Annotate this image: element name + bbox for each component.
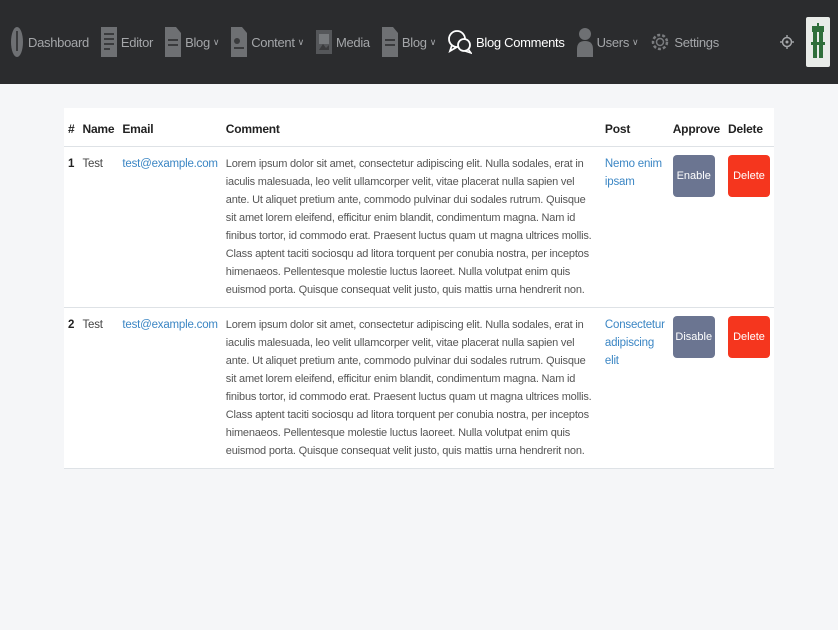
- column-header-email: Email: [118, 108, 222, 147]
- users-icon: [576, 25, 593, 59]
- dashboard-icon: [10, 25, 24, 59]
- table-header-row: # Name Email Comment Post Approve Delete: [64, 108, 774, 147]
- nav-item-content[interactable]: Content ∨: [231, 0, 304, 84]
- blog-icon: [381, 25, 398, 59]
- row-number: 1: [64, 146, 79, 308]
- chevron-down-icon: ∨: [429, 36, 437, 47]
- chevron-down-icon: ∨: [632, 36, 639, 47]
- nav-item-label: Content: [251, 34, 295, 50]
- nav-item-label: Media: [335, 34, 370, 50]
- approve-cell: Enable: [668, 146, 724, 308]
- target-icon[interactable]: [780, 35, 794, 49]
- top-navbar: Dashboard Editor Blog ∨ Content ∨ Media …: [0, 0, 838, 84]
- table-row: 2 Test test@example.com Lorem ipsum dolo…: [64, 307, 774, 469]
- editor-icon: [100, 25, 117, 59]
- post-cell: Nemo enim ipsam: [600, 146, 669, 308]
- comments-icon: [448, 29, 472, 55]
- commenter-name: Test: [78, 307, 119, 469]
- gear-icon: [650, 25, 670, 59]
- delete-cell: Delete: [724, 307, 774, 469]
- column-header-delete: Delete: [724, 108, 774, 147]
- delete-cell: Delete: [724, 146, 774, 308]
- chevron-down-icon: ∨: [212, 36, 220, 47]
- nav-item-users[interactable]: Users ∨: [576, 0, 639, 84]
- nav-item-blog[interactable]: Blog ∨: [165, 0, 220, 84]
- comment-text: Lorem ipsum dolor sit amet, consectetur …: [221, 146, 601, 308]
- content-icon: [231, 25, 248, 59]
- comments-table: # Name Email Comment Post Approve Delete…: [64, 108, 774, 469]
- nav-item-editor[interactable]: Editor: [100, 0, 154, 84]
- column-header-approve: Approve: [668, 108, 724, 147]
- post-link[interactable]: Consectetur adipiscing elit: [605, 319, 665, 367]
- nav-item-label: Blog Comments: [475, 34, 565, 50]
- delete-button[interactable]: Delete: [728, 155, 770, 197]
- delete-button[interactable]: Delete: [728, 316, 770, 358]
- nav-item-dashboard[interactable]: Dashboard: [10, 0, 89, 84]
- avatar[interactable]: [806, 17, 830, 67]
- nav-right: [780, 0, 830, 84]
- commenter-email-link[interactable]: test@example.com: [122, 319, 218, 331]
- blog-icon: [165, 25, 182, 59]
- post-link[interactable]: Nemo enim ipsam: [605, 158, 662, 188]
- comments-table-container: # Name Email Comment Post Approve Delete…: [64, 108, 774, 469]
- nav-item-blog-comments[interactable]: Blog Comments: [448, 0, 565, 84]
- column-header-comment: Comment: [221, 108, 601, 147]
- nav-item-label: Settings: [674, 34, 719, 50]
- nav-item-media[interactable]: Media: [315, 0, 370, 84]
- column-header-name: Name: [78, 108, 119, 147]
- nav-menu: Dashboard Editor Blog ∨ Content ∨ Media …: [0, 0, 731, 84]
- nav-item-label: Dashboard: [28, 34, 89, 50]
- nav-item-label: Users: [596, 34, 630, 50]
- nav-item-settings[interactable]: Settings: [650, 0, 719, 84]
- media-icon: [315, 28, 332, 56]
- commenter-name: Test: [78, 146, 119, 308]
- table-row: 1 Test test@example.com Lorem ipsum dolo…: [64, 146, 774, 308]
- column-header-num: #: [64, 108, 79, 147]
- post-cell: Consectetur adipiscing elit: [600, 307, 669, 469]
- commenter-email-cell: test@example.com: [118, 307, 222, 469]
- commenter-email-link[interactable]: test@example.com: [122, 158, 218, 170]
- nav-item-label: Blog: [401, 34, 427, 50]
- disable-button[interactable]: Disable: [672, 316, 715, 358]
- comment-text: Lorem ipsum dolor sit amet, consectetur …: [221, 307, 601, 469]
- enable-button[interactable]: Enable: [672, 155, 715, 197]
- chevron-down-icon: ∨: [297, 36, 305, 47]
- row-number: 2: [64, 307, 79, 469]
- commenter-email-cell: test@example.com: [118, 146, 222, 308]
- approve-cell: Disable: [668, 307, 724, 469]
- column-header-post: Post: [600, 108, 669, 147]
- nav-item-blog-2[interactable]: Blog ∨: [381, 0, 437, 84]
- nav-item-label: Editor: [120, 34, 154, 50]
- nav-item-label: Blog: [185, 34, 210, 50]
